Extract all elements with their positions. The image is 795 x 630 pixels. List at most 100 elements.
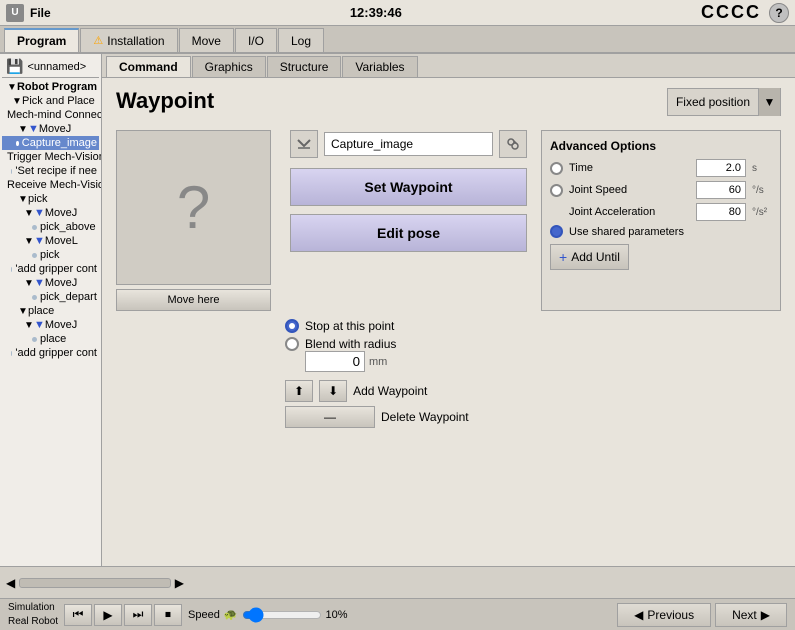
transport-stop[interactable]: ⏹ — [154, 604, 182, 626]
blend-value-input[interactable] — [305, 351, 365, 372]
sidebar-scroll: ◀ ▶ — [6, 576, 184, 590]
delete-waypoint-button[interactable]: — — [285, 406, 375, 428]
position-type-select[interactable]: Fixed position ▼ — [667, 88, 781, 116]
tab-installation[interactable]: ⚠ Installation — [80, 28, 177, 52]
blend-radio[interactable] — [285, 337, 299, 351]
tab-graphics[interactable]: Graphics — [192, 56, 266, 77]
command-panel: Waypoint Fixed position ▼ ? Move here — [102, 78, 795, 566]
bottom-left: Simulation Real Robot ⏮ ▶ ⏭ ⏹ Speed 🐢 10… — [8, 601, 348, 629]
tree-add-gripper-2[interactable]: 'add gripper cont — [2, 346, 99, 360]
scroll-bar[interactable] — [19, 578, 171, 588]
add-waypoint-up-button[interactable]: ⬆ — [285, 380, 313, 402]
name-row — [290, 130, 527, 158]
move-here-button[interactable]: Move here — [116, 289, 271, 311]
speed-control: Speed 🐢 10% — [188, 607, 348, 623]
sim-labels: Simulation Real Robot — [8, 601, 58, 629]
tree-pick-depart[interactable]: pick_depart — [2, 290, 99, 304]
blend-radio-row[interactable]: Blend with radius — [285, 337, 781, 351]
speed-slider[interactable] — [242, 607, 322, 623]
tree-receive[interactable]: Receive Mech-Vision — [2, 178, 99, 192]
tree-set-recipe[interactable]: 'Set recipe if nee — [2, 164, 99, 178]
tab-command[interactable]: Command — [106, 56, 191, 77]
bottom-bar: Simulation Real Robot ⏮ ▶ ⏭ ⏹ Speed 🐢 10… — [0, 598, 795, 630]
tab-move[interactable]: Move — [179, 28, 234, 52]
nav-buttons: ◀ Previous Next ▶ — [617, 603, 787, 627]
transport-play[interactable]: ▶ — [94, 604, 122, 626]
tree-capture-image[interactable]: Capture_image — [2, 136, 99, 150]
tree-pick-and-place[interactable]: ▼ Pick and Place — [2, 94, 99, 108]
adv-joint-speed-input[interactable] — [696, 181, 746, 199]
panel-title: Waypoint — [116, 88, 214, 114]
sidebar-save-icon[interactable]: 💾 — [6, 58, 23, 75]
tab-variables[interactable]: Variables — [342, 56, 417, 77]
tree-place-leaf[interactable]: place — [2, 332, 99, 346]
tab-io[interactable]: I/O — [235, 28, 277, 52]
stop-radio-row[interactable]: Stop at this point — [285, 319, 781, 333]
preview-box: ? — [116, 130, 271, 285]
tree-mech-mind-connect[interactable]: Mech-mind Connect — [2, 108, 99, 122]
next-arrow: ▶ — [761, 608, 770, 622]
adv-joint-accel-row: Joint Acceleration °/s² — [550, 203, 772, 221]
adv-joint-accel-input[interactable] — [696, 203, 746, 221]
top-tabs: Program ⚠ Installation Move I/O Log — [0, 26, 795, 54]
adv-joint-accel-unit: °/s² — [752, 207, 772, 218]
title-cccc: CCCC — [701, 2, 761, 23]
adv-time-input[interactable] — [696, 159, 746, 177]
tree-movel[interactable]: ▼ ▼ MoveL — [2, 234, 99, 248]
simulation-label: Simulation — [8, 601, 58, 615]
adv-shared-radio[interactable] — [550, 225, 563, 238]
controls-area: ◀ ▶ — [0, 566, 795, 598]
adv-time-radio[interactable] — [550, 162, 563, 175]
advanced-title: Advanced Options — [550, 139, 772, 153]
tree-pick-folder[interactable]: ▼ pick — [2, 192, 99, 206]
tree-root: ▼ Robot Program ▼ Pick and Place Mech-mi… — [2, 80, 99, 360]
adv-joint-speed-radio[interactable] — [550, 184, 563, 197]
add-waypoint-down-button[interactable]: ⬇ — [319, 380, 347, 402]
blend-input-row: mm — [305, 351, 781, 372]
adv-shared-label: Use shared parameters — [569, 226, 772, 238]
adv-time-row: Time s — [550, 159, 772, 177]
tree-movej-4[interactable]: ▼ ▼ MoveJ — [2, 318, 99, 332]
app-title: File — [30, 6, 51, 20]
content-tabs: Command Graphics Structure Variables — [102, 54, 795, 78]
tree-movej-2[interactable]: ▼ ▼ MoveJ — [2, 206, 99, 220]
delete-waypoint-label: Delete Waypoint — [381, 410, 469, 424]
tree-movej-3[interactable]: ▼ ▼ MoveJ — [2, 276, 99, 290]
title-bar-left: U File — [6, 4, 51, 22]
waypoint-name-input[interactable] — [324, 132, 493, 156]
position-dropdown-arrow[interactable]: ▼ — [758, 88, 780, 116]
tree-add-gripper-1[interactable]: 'add gripper cont — [2, 262, 99, 276]
edit-pose-button[interactable]: Edit pose — [290, 214, 527, 252]
help-button[interactable]: ? — [769, 3, 789, 23]
tab-log[interactable]: Log — [278, 28, 324, 52]
title-time: 12:39:46 — [350, 5, 402, 20]
tree-movej-1[interactable]: ▼ ▼ MoveJ — [2, 122, 99, 136]
title-bar: U File 12:39:46 CCCC ? — [0, 0, 795, 26]
previous-button[interactable]: ◀ Previous — [617, 603, 711, 627]
blend-unit: mm — [369, 356, 387, 368]
link-icon[interactable] — [499, 130, 527, 158]
tree-robot-program[interactable]: ▼ Robot Program — [2, 80, 99, 94]
tree-pick-leaf[interactable]: pick — [2, 248, 99, 262]
sidebar: 💾 <unnamed> ▼ Robot Program ▼ Pick and P… — [0, 54, 102, 566]
tab-program[interactable]: Program — [4, 28, 79, 52]
scroll-right-icon[interactable]: ▶ — [175, 576, 184, 590]
real-robot-label: Real Robot — [8, 615, 58, 629]
add-until-button[interactable]: + Add Until — [550, 244, 629, 270]
tab-structure[interactable]: Structure — [267, 56, 342, 77]
tree-pick-above[interactable]: pick_above — [2, 220, 99, 234]
tree-place-folder[interactable]: ▼ place — [2, 304, 99, 318]
transport-skip-back[interactable]: ⏮ — [64, 604, 92, 626]
adv-time-unit: s — [752, 163, 772, 174]
transport-skip-forward[interactable]: ⏭ — [124, 604, 152, 626]
stop-label: Stop at this point — [305, 319, 394, 333]
scroll-left-icon[interactable]: ◀ — [6, 576, 15, 590]
blend-label: Blend with radius — [305, 337, 396, 351]
tree-trigger[interactable]: Trigger Mech-Vision — [2, 150, 99, 164]
set-waypoint-button[interactable]: Set Waypoint — [290, 168, 527, 206]
content-area: Command Graphics Structure Variables Way… — [102, 54, 795, 566]
next-button[interactable]: Next ▶ — [715, 603, 787, 627]
speed-icon: 🐢 — [224, 608, 238, 621]
panel-main: ? Move here — [116, 130, 781, 311]
stop-radio[interactable] — [285, 319, 299, 333]
